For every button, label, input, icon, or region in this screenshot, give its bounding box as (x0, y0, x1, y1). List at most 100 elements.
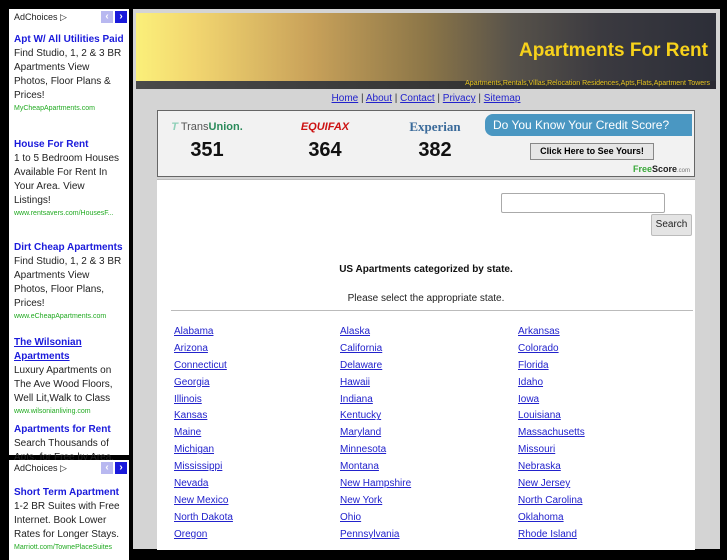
state-link[interactable]: Georgia (174, 375, 340, 392)
ad-url[interactable]: www.rentsavers.com/HousesF... (14, 208, 124, 219)
ad-unit-top: AdChoices ▷ ‹ › Apt W/ All Utilities Pai… (9, 9, 129, 502)
ad-item[interactable]: The Wilsonian Apartments Luxury Apartmen… (9, 336, 129, 417)
search-button[interactable]: Search (651, 214, 692, 236)
ad-description: 1 to 5 Bedroom Houses Available For Rent… (14, 153, 120, 206)
adchoices-link[interactable]: AdChoices ▷ (14, 463, 67, 474)
state-list: Alabama Alaska Arkansas Arizona California Co… (174, 324, 694, 544)
chevron-right-icon[interactable]: › (115, 11, 127, 23)
site-title: Apartments For Rent (519, 40, 708, 61)
content-area: Search US Apartments categorized by stat… (157, 179, 695, 550)
credit-headline[interactable]: Do You Know Your Credit Score? (485, 114, 692, 136)
site-tagline: Apartments,Rentals,Villas,Relocation Res… (465, 80, 710, 87)
state-link[interactable]: Massachusetts (518, 425, 694, 442)
state-link[interactable]: Arkansas (518, 324, 694, 341)
state-link[interactable]: Oregon (174, 527, 340, 544)
state-link[interactable]: Missouri (518, 442, 694, 459)
nav-sitemap[interactable]: Sitemap (484, 93, 521, 104)
state-link[interactable]: Idaho (518, 375, 694, 392)
ad-title[interactable]: Short Term Apartment (14, 486, 124, 500)
state-link[interactable]: Indiana (340, 392, 518, 409)
ad-nav: ‹ › (101, 11, 127, 23)
ad-url[interactable]: www.wilsonianliving.com (14, 406, 124, 417)
state-link[interactable]: Minnesota (340, 442, 518, 459)
state-link[interactable]: Colorado (518, 341, 694, 358)
state-link[interactable]: Maryland (340, 425, 518, 442)
equifax-block: EQUIFAX 364 (280, 119, 370, 162)
state-link[interactable]: New Hampshire (340, 476, 518, 493)
nav-home[interactable]: Home (332, 93, 359, 104)
nav-about[interactable]: About (366, 93, 392, 104)
state-link[interactable]: Mississippi (174, 459, 340, 476)
transunion-logo: T TransUnion. (171, 121, 243, 133)
state-link[interactable]: New York (340, 493, 518, 510)
state-link[interactable]: Kansas (174, 408, 340, 425)
ad-title[interactable]: Apartments for Rent (14, 423, 124, 437)
experian-score: 382 (418, 139, 452, 161)
state-link[interactable]: Oklahoma (518, 510, 694, 527)
chevron-right-icon[interactable]: › (115, 462, 127, 474)
ad-title[interactable]: Dirt Cheap Apartments (14, 241, 124, 255)
state-link[interactable]: New Mexico (174, 493, 340, 510)
ad-item[interactable]: Short Term Apartment 1-2 BR Suites with … (9, 486, 129, 553)
state-link[interactable]: Rhode Island (518, 527, 694, 544)
state-link[interactable]: Maine (174, 425, 340, 442)
ad-description: Luxury Apartments on The Ave Wood Floors… (14, 365, 113, 404)
state-link[interactable]: Connecticut (174, 358, 340, 375)
state-link[interactable]: Louisiana (518, 408, 694, 425)
search-input[interactable] (501, 193, 665, 213)
ad-nav: ‹ › (101, 462, 127, 474)
state-link[interactable]: Nebraska (518, 459, 694, 476)
ad-item[interactable]: House For Rent 1 to 5 Bedroom Houses Ava… (9, 138, 129, 219)
transunion-block: T TransUnion. 351 (162, 119, 252, 162)
adchoices-link[interactable]: AdChoices ▷ (14, 12, 67, 23)
nav-separator: | (361, 93, 364, 104)
state-link[interactable]: Kentucky (340, 408, 518, 425)
state-link[interactable]: Ohio (340, 510, 518, 527)
state-link[interactable]: Hawaii (340, 375, 518, 392)
state-link[interactable]: Alaska (340, 324, 518, 341)
top-nav: Home | About | Contact | Privacy | Sitem… (136, 92, 716, 106)
state-link[interactable]: California (340, 341, 518, 358)
state-link[interactable]: Florida (518, 358, 694, 375)
state-link[interactable]: Delaware (340, 358, 518, 375)
ad-title[interactable]: House For Rent (14, 138, 124, 152)
chevron-left-icon[interactable]: ‹ (101, 11, 113, 23)
ad-title[interactable]: Apt W/ All Utilities Paid (14, 33, 124, 47)
state-link[interactable]: Nevada (174, 476, 340, 493)
ad-item[interactable]: Apt W/ All Utilities Paid Find Studio, 1… (9, 33, 129, 114)
see-score-button[interactable]: Click Here to See Yours! (530, 143, 654, 160)
header-banner: Apartments For Rent Apartments,Rentals,V… (136, 13, 716, 89)
section-subtitle: Please select the appropriate state. (347, 293, 505, 304)
transunion-icon: T (171, 121, 178, 133)
ad-description: 1-2 BR Suites with Free Internet. Book L… (14, 501, 120, 540)
ad-title[interactable]: The Wilsonian Apartments (14, 336, 124, 364)
chevron-left-icon[interactable]: ‹ (101, 462, 113, 474)
state-link[interactable]: Arizona (174, 341, 340, 358)
state-link[interactable]: New Jersey (518, 476, 694, 493)
ad-url[interactable]: www.eCheapApartments.com (14, 311, 124, 322)
ad-header: AdChoices ▷ ‹ › (9, 9, 129, 27)
ad-url[interactable]: MyCheapApartments.com (14, 103, 124, 114)
nav-separator: | (394, 93, 398, 104)
experian-block: Experian 382 (390, 119, 480, 162)
state-link[interactable]: Michigan (174, 442, 340, 459)
ad-url[interactable]: Marriott.com/TownePlaceSuites (14, 542, 124, 553)
divider (171, 310, 693, 311)
nav-separator: | (437, 93, 441, 104)
state-link[interactable]: Illinois (174, 392, 340, 409)
state-link[interactable]: North Dakota (174, 510, 340, 527)
state-link[interactable]: Montana (340, 459, 518, 476)
ad-header: AdChoices ▷ ‹ › (9, 460, 129, 478)
experian-logo: Experian (409, 119, 461, 134)
equifax-score: 364 (308, 139, 342, 161)
state-link[interactable]: North Carolina (518, 493, 694, 510)
nav-contact[interactable]: Contact (400, 93, 434, 104)
state-link[interactable]: Pennsylvania (340, 527, 518, 544)
nav-privacy[interactable]: Privacy (443, 93, 476, 104)
ad-item[interactable]: Dirt Cheap Apartments Find Studio, 1, 2 … (9, 241, 129, 322)
freescore-logo: FreeScore.com (632, 164, 690, 174)
credit-score-ad[interactable]: T TransUnion. 351 EQUIFAX 364 Experian 3… (157, 110, 695, 177)
state-link[interactable]: Alabama (174, 324, 340, 341)
state-link[interactable]: Iowa (518, 392, 694, 409)
transunion-score: 351 (190, 139, 224, 161)
